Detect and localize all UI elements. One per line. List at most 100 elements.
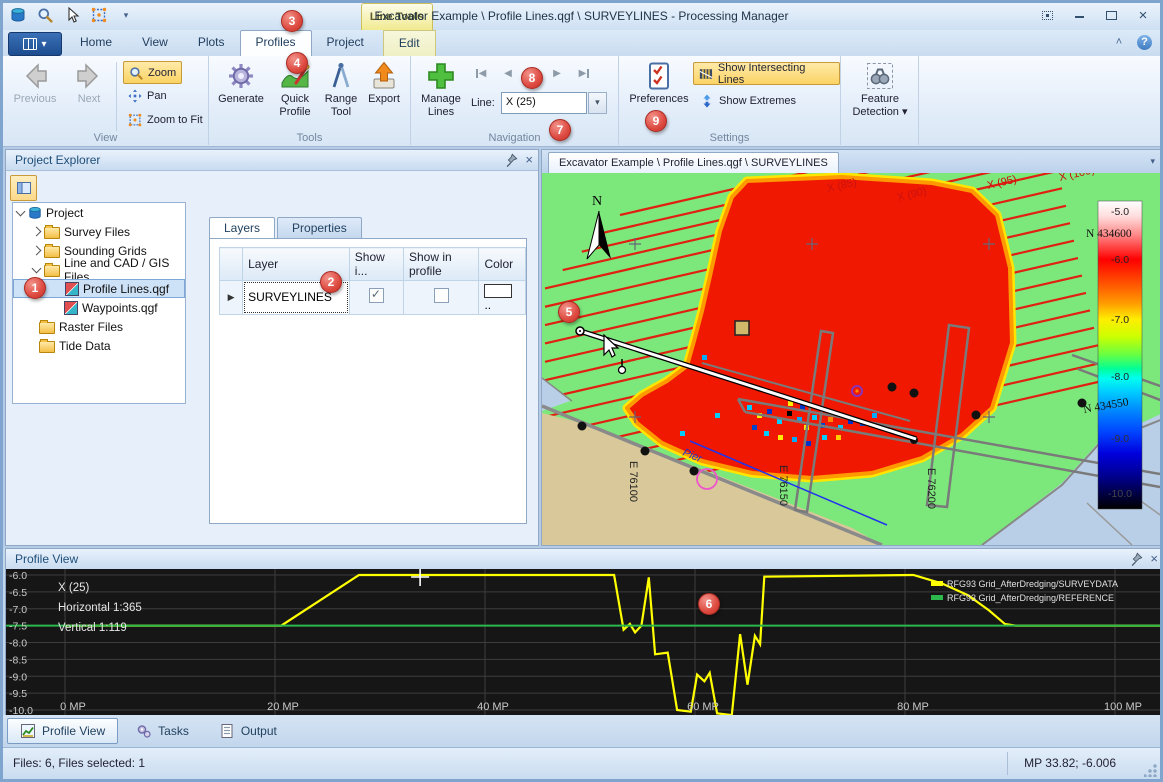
maximize-button[interactable] bbox=[1102, 8, 1120, 22]
column-show-in[interactable]: Show i... bbox=[349, 248, 403, 281]
checkbox-checked[interactable] bbox=[369, 288, 384, 303]
feature-detection-button[interactable]: Feature Detection ▾ bbox=[845, 59, 915, 127]
color-browse[interactable]: .. bbox=[484, 298, 491, 312]
svg-text:X (25): X (25) bbox=[58, 582, 89, 594]
show-extremes-icon bbox=[700, 94, 714, 108]
map-document-tab[interactable]: Excavator Example \ Profile Lines.qgf \ … bbox=[548, 152, 839, 174]
column-color[interactable]: Color bbox=[479, 248, 526, 281]
project-explorer-title: Project Explorer bbox=[15, 153, 100, 167]
tab-properties[interactable]: Properties bbox=[277, 217, 362, 238]
application-menu-button[interactable]: ▾ bbox=[8, 32, 62, 56]
minimize-ribbon-icon[interactable]: ˄ bbox=[1111, 34, 1127, 50]
pin-icon[interactable] bbox=[1129, 552, 1143, 566]
next-line-button[interactable]: ▶ bbox=[545, 63, 569, 83]
status-bar: Files: 6, Files selected: 1 MP 33.82; -6… bbox=[3, 747, 1160, 779]
profile-chart[interactable]: -6.0-6.5-7.0-7.5-8.0-8.5-9.0-9.5-10.0-10… bbox=[6, 569, 1163, 715]
help-icon[interactable]: ? bbox=[1137, 35, 1152, 50]
folder-icon bbox=[39, 322, 55, 334]
zoom-to-fit-button[interactable]: Zoom to Fit bbox=[123, 109, 208, 130]
manage-lines-button[interactable]: Manage Lines bbox=[415, 59, 467, 127]
tab-profile-view[interactable]: Profile View bbox=[7, 718, 118, 744]
color-cell[interactable]: .. bbox=[479, 281, 526, 315]
zoom-icon bbox=[129, 66, 143, 80]
app-window: ▾ Line Tools Excavator Example \ Profile… bbox=[0, 0, 1163, 782]
export-icon bbox=[368, 59, 400, 93]
line-select-dropdown-icon[interactable]: ▾ bbox=[588, 92, 607, 114]
tree-item-raster-files[interactable]: Raster Files bbox=[13, 317, 185, 336]
show-in-profile-cell[interactable] bbox=[404, 281, 479, 315]
expander-icon[interactable] bbox=[32, 227, 42, 237]
column-show-in-profile[interactable]: Show in profile bbox=[404, 248, 479, 281]
map-tab-bar: Excavator Example \ Profile Lines.qgf \ … bbox=[542, 150, 1163, 174]
close-button[interactable]: × bbox=[1134, 8, 1152, 22]
ribbon: Previous Next Zoom Pan Zoom to Fit View … bbox=[3, 56, 1160, 147]
tab-edit[interactable]: Edit bbox=[383, 30, 436, 56]
previous-icon bbox=[19, 59, 51, 93]
fullscreen-button[interactable] bbox=[1038, 8, 1056, 22]
pan-icon bbox=[128, 89, 142, 103]
range-tool-button[interactable]: Range Tool bbox=[319, 59, 363, 127]
project-explorer-panel: Project Explorer × Project Survey Files … bbox=[5, 149, 539, 546]
export-button[interactable]: Export bbox=[361, 59, 407, 127]
line-select[interactable]: X (25) bbox=[501, 92, 587, 114]
checkbox-unchecked[interactable] bbox=[434, 288, 449, 303]
annotation-badge-4: 4 bbox=[286, 52, 308, 74]
tree-item-survey-files[interactable]: Survey Files bbox=[13, 222, 185, 241]
ribbon-group-tools: Generate Quick Profile Range Tool Export… bbox=[209, 56, 411, 145]
previous-button[interactable]: Previous bbox=[9, 59, 61, 127]
group-label-navigation: Navigation bbox=[411, 132, 618, 144]
tab-view[interactable]: View bbox=[127, 30, 183, 56]
tab-project[interactable]: Project bbox=[312, 30, 379, 56]
svg-text:-10.0: -10.0 bbox=[9, 705, 33, 715]
generate-button[interactable]: Generate bbox=[215, 59, 267, 127]
tab-tasks[interactable]: Tasks bbox=[124, 719, 201, 743]
folder-icon bbox=[44, 227, 60, 239]
show-intersecting-lines-icon bbox=[699, 67, 713, 81]
tree-item-waypoints[interactable]: Waypoints.qgf bbox=[13, 298, 185, 317]
svg-text:-7.0: -7.0 bbox=[9, 604, 27, 616]
close-panel-icon[interactable]: × bbox=[525, 152, 533, 167]
ribbon-tab-row: ▾ Home View Plots Profiles Project Edit … bbox=[3, 30, 1160, 56]
main-area: Project Explorer × Project Survey Files … bbox=[3, 147, 1160, 548]
svg-text:-5.0: -5.0 bbox=[1111, 206, 1129, 218]
show-extremes-button[interactable]: Show Extremes bbox=[695, 90, 801, 111]
tree-item-project[interactable]: Project bbox=[13, 203, 185, 222]
show-in-cell[interactable] bbox=[349, 281, 403, 315]
tab-plots[interactable]: Plots bbox=[183, 30, 240, 56]
explorer-view-button[interactable] bbox=[10, 175, 37, 201]
tab-layers[interactable]: Layers bbox=[209, 217, 275, 238]
last-line-button[interactable]: ▶ bbox=[572, 63, 596, 83]
annotation-badge-9: 9 bbox=[645, 110, 667, 132]
expander-icon[interactable] bbox=[32, 246, 42, 256]
tab-output[interactable]: Output bbox=[207, 719, 289, 743]
chart-icon bbox=[20, 723, 36, 739]
svg-text:80 MP: 80 MP bbox=[897, 701, 929, 713]
minimize-button[interactable] bbox=[1070, 8, 1088, 22]
show-intersecting-lines-button[interactable]: Show Intersecting Lines bbox=[693, 62, 840, 85]
map-tab-dropdown-icon[interactable]: ▾ bbox=[1150, 156, 1155, 167]
pin-icon[interactable] bbox=[504, 153, 518, 167]
expander-icon[interactable] bbox=[32, 263, 42, 273]
close-panel-icon[interactable]: × bbox=[1150, 551, 1158, 566]
group-label-settings: Settings bbox=[619, 132, 840, 144]
resize-grip[interactable] bbox=[1144, 763, 1158, 777]
row-selector[interactable]: ▶ bbox=[220, 281, 243, 315]
tab-home[interactable]: Home bbox=[65, 30, 127, 56]
previous-line-button[interactable]: ◀ bbox=[496, 63, 520, 83]
expander-icon[interactable] bbox=[16, 206, 26, 216]
tree-item-line-cad-gis[interactable]: Line and CAD / GIS Files bbox=[13, 260, 185, 279]
tree-item-tide-data[interactable]: Tide Data bbox=[13, 336, 185, 355]
svg-text:40 MP: 40 MP bbox=[477, 701, 509, 713]
pan-button[interactable]: Pan bbox=[123, 85, 172, 106]
svg-text:100 MP: 100 MP bbox=[1104, 701, 1142, 713]
qgf-file-icon bbox=[64, 301, 78, 315]
next-button[interactable]: Next bbox=[63, 59, 115, 127]
ribbon-group-feature-detection: Feature Detection ▾ bbox=[841, 56, 919, 145]
profile-view-title: Profile View bbox=[15, 552, 78, 566]
svg-text:-10.0: -10.0 bbox=[1108, 488, 1132, 500]
color-swatch[interactable] bbox=[484, 284, 512, 298]
svg-text:Horizontal 1:365: Horizontal 1:365 bbox=[58, 602, 142, 614]
first-line-button[interactable]: ◀ bbox=[469, 63, 493, 83]
map-canvas[interactable]: N X (85) X (90) X (95) X (100) E 76100 bbox=[542, 173, 1163, 545]
zoom-button[interactable]: Zoom bbox=[123, 61, 182, 84]
